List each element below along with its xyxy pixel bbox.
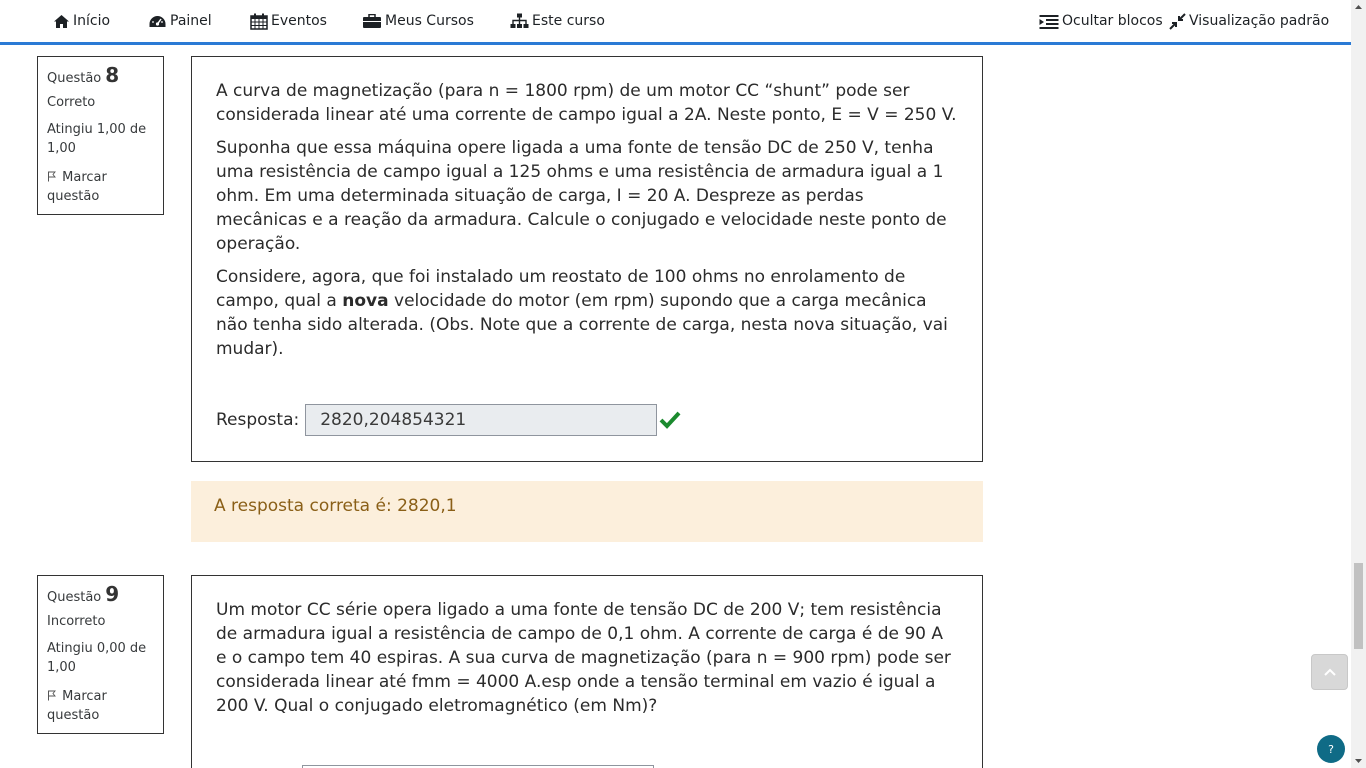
nav-este-curso-label: Este curso <box>532 13 605 29</box>
outdent-icon <box>1039 14 1059 29</box>
question-grade: Atingiu 1,00 de 1,00 <box>47 122 147 156</box>
question-text-p1: A curva de magnetização (para n = 1800 r… <box>216 81 957 125</box>
nav-inicio[interactable]: Início <box>53 11 110 31</box>
question-9-info: Questão 9 Incorreto Atingiu 0,00 de 1,00… <box>37 575 164 734</box>
nav-painel[interactable]: Painel <box>148 11 212 31</box>
scroll-up-arrow-icon[interactable] <box>1351 0 1366 15</box>
correct-answer-feedback: A resposta correta é: 2820,1 <box>191 481 983 542</box>
question-number-value: 9 <box>105 582 120 606</box>
flag-icon <box>48 690 56 701</box>
question-state: Correto <box>47 95 96 110</box>
visualizacao-padrao-button[interactable]: Visualização padrão <box>1169 11 1329 31</box>
top-navbar: Início Painel Eventos Meus Cursos Este c… <box>0 0 1351 42</box>
flag-question-link[interactable]: Marcar questão <box>47 168 154 206</box>
ocultar-blocos-button[interactable]: Ocultar blocos <box>1039 11 1163 31</box>
question-text-p3: Considere, agora, que foi instalado um r… <box>216 265 958 361</box>
question-8-info: Questão 8 Correto Atingiu 1,00 de 1,00 M… <box>37 56 164 215</box>
flag-question-link[interactable]: Marcar questão <box>47 687 154 725</box>
nav-meus-cursos-label: Meus Cursos <box>385 13 474 29</box>
nav-painel-label: Painel <box>170 13 212 29</box>
flag-icon <box>48 171 56 182</box>
question-text-p1: Um motor CC série opera ligado a uma fon… <box>216 600 951 716</box>
scrollbar-thumb[interactable] <box>1354 563 1363 649</box>
question-label: Questão <box>47 71 102 86</box>
calendar-icon <box>250 13 268 30</box>
compress-icon <box>1169 12 1186 30</box>
home-icon <box>54 14 69 28</box>
sitemap-icon <box>510 13 529 28</box>
question-grade: Atingiu 0,00 de 1,00 <box>47 641 147 675</box>
nav-este-curso[interactable]: Este curso <box>510 11 605 31</box>
scroll-to-top-button[interactable] <box>1311 654 1348 690</box>
question-number: Questão 8 <box>47 63 154 87</box>
question-state: Incorreto <box>47 614 106 629</box>
answer-label: Resposta: <box>216 410 300 430</box>
question-number: Questão 9 <box>47 582 154 606</box>
question-label: Questão <box>47 590 102 605</box>
nav-inicio-label: Início <box>73 13 111 29</box>
nav-eventos-label: Eventos <box>271 13 327 29</box>
page-scrollbar[interactable] <box>1351 0 1366 768</box>
question-8-content: A curva de magnetização (para n = 1800 r… <box>191 56 983 462</box>
answer-row: Resposta: 2820,204854321 <box>216 404 681 436</box>
chevron-up-icon <box>1323 668 1336 676</box>
check-icon <box>659 411 681 429</box>
question-text-p2: Suponha que essa máquina opere ligada a … <box>216 138 947 254</box>
scroll-down-arrow-icon[interactable] <box>1351 753 1366 768</box>
briefcase-icon <box>363 13 381 28</box>
answer-input[interactable]: 2820,204854321 <box>305 404 658 436</box>
question-text-bold: nova <box>342 291 389 311</box>
question-number-value: 8 <box>105 63 120 87</box>
question-9-content: Um motor CC série opera ligado a uma fon… <box>191 575 983 768</box>
dashboard-icon <box>149 15 166 27</box>
nav-meus-cursos[interactable]: Meus Cursos <box>362 11 474 31</box>
help-button[interactable]: ? <box>1317 735 1345 763</box>
navbar-accent-line <box>0 42 1351 45</box>
nav-eventos[interactable]: Eventos <box>250 11 327 31</box>
visualizacao-padrao-label: Visualização padrão <box>1189 13 1330 29</box>
ocultar-blocos-label: Ocultar blocos <box>1062 13 1163 29</box>
